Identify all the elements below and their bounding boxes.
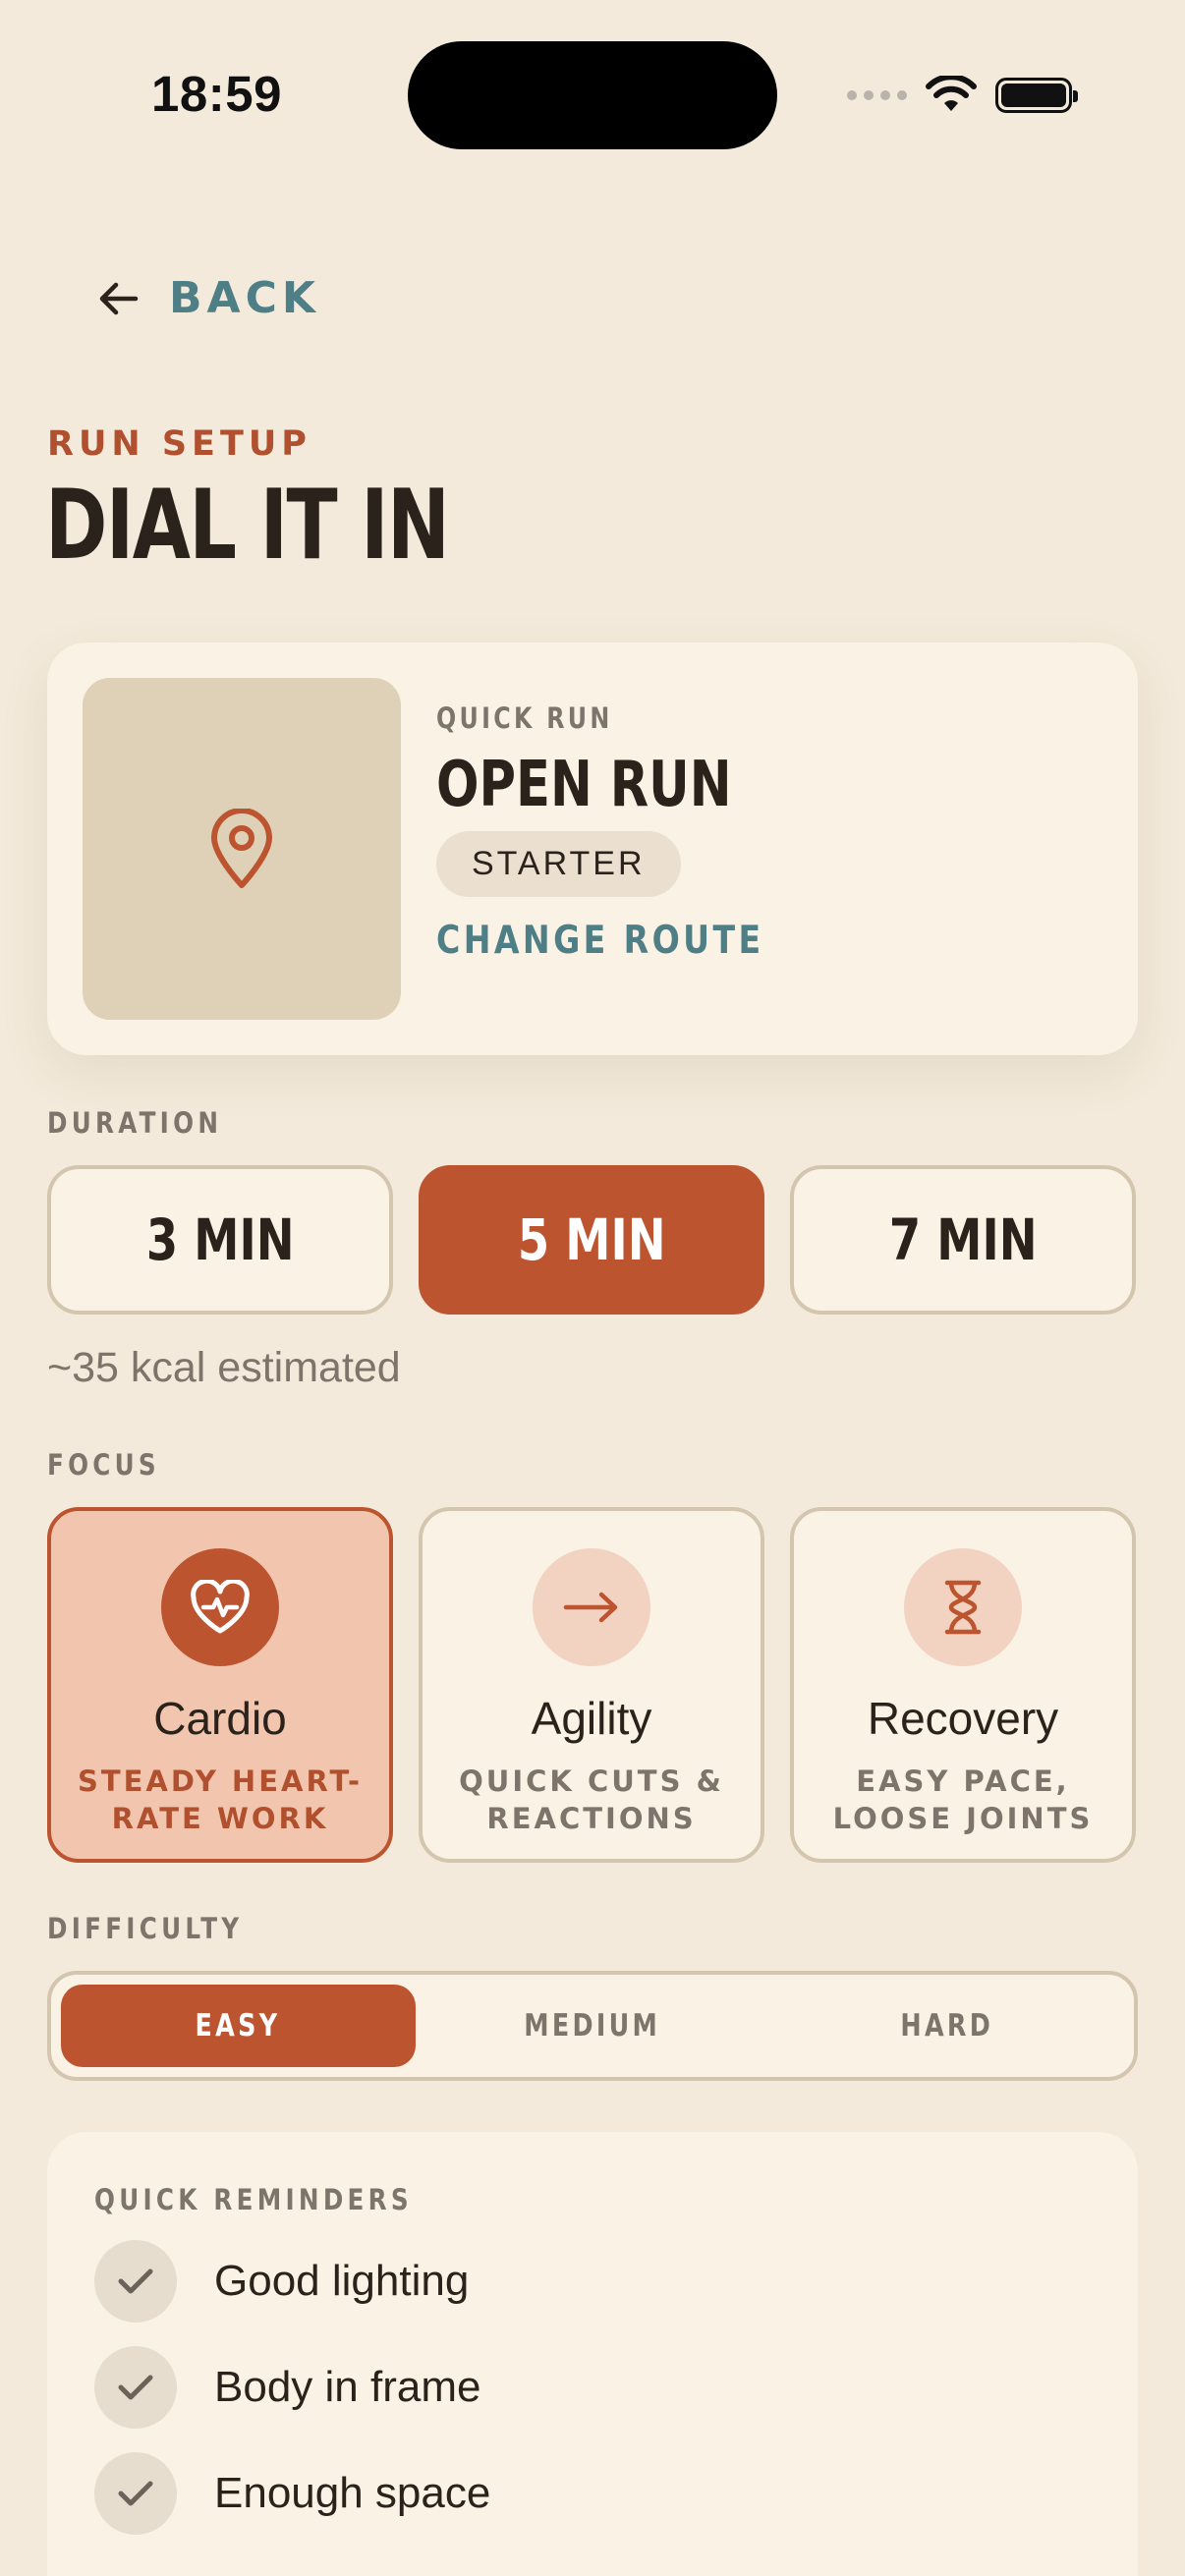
hourglass-icon [944,1580,982,1635]
focus-option-name: Recovery [867,1693,1059,1744]
page-title: DIAL IT IN [45,470,450,582]
reminders-title: QUICK REMINDERS [94,2183,413,2216]
difficulty-option-easy[interactable]: EASY [61,1985,416,2067]
arrow-left-icon [99,282,139,314]
focus-icon-badge [161,1548,279,1666]
map-pin-icon [211,809,272,888]
status-indicators [847,71,1078,120]
difficulty-option-medium[interactable]: MEDIUM [416,1985,770,2067]
difficulty-segmented-control: EASY MEDIUM HARD [47,1971,1138,2081]
difficulty-label: DIFFICULTY [47,1912,244,1945]
focus-icon-badge [904,1548,1022,1666]
route-card: QUICK RUN OPEN RUN STARTER CHANGE ROUTE [47,643,1138,1055]
wifi-icon [926,76,977,111]
duration-options: 3 MIN 5 MIN 7 MIN [47,1165,1136,1315]
arrow-right-icon [563,1592,618,1623]
check-icon [94,2240,177,2323]
duration-label: DURATION [47,1106,223,1140]
section-eyebrow: RUN SETUP [47,424,311,464]
calorie-estimate: ~35 kcal estimated [47,1344,401,1391]
focus-option-name: Agility [531,1693,652,1744]
route-kicker: QUICK RUN [436,701,613,735]
reminders-card: QUICK REMINDERS Good lighting Body in fr… [47,2132,1138,2576]
cellular-signal-icon [847,90,907,100]
reminder-text: Enough space [214,2469,491,2517]
focus-option-description: QUICK CUTS & REACTIONS [459,1764,724,1835]
reminder-item: Good lighting [94,2240,469,2323]
route-thumbnail [83,678,401,1020]
difficulty-option-label: HARD [900,2008,994,2044]
duration-option-5-min[interactable]: 5 MIN [419,1165,764,1315]
change-route-link[interactable]: CHANGE ROUTE [436,919,764,963]
difficulty-option-label: EASY [195,2008,281,2044]
check-icon [94,2346,177,2429]
check-icon [94,2452,177,2535]
difficulty-option-label: MEDIUM [524,2008,661,2044]
run-setup-screen: 18:59 BACK RUN SETUP DIAL IT IN QUICK RU… [0,0,1185,2576]
duration-option-label: 3 MIN [145,1206,295,1273]
focus-option-name: Cardio [153,1693,287,1744]
focus-option-description: STEADY HEART-RATE WORK [77,1764,364,1835]
route-name: OPEN RUN [436,749,732,821]
focus-option-agility[interactable]: Agility QUICK CUTS & REACTIONS [419,1507,764,1863]
status-time: 18:59 [151,66,282,122]
reminder-text: Body in frame [214,2363,481,2411]
route-level-badge: STARTER [436,831,681,897]
back-button[interactable]: BACK [96,273,320,323]
difficulty-option-hard[interactable]: HARD [769,1985,1124,2067]
duration-option-3-min[interactable]: 3 MIN [47,1165,393,1315]
route-info: QUICK RUN OPEN RUN STARTER CHANGE ROUTE [436,701,821,963]
focus-option-cardio[interactable]: Cardio STEADY HEART-RATE WORK [47,1507,393,1863]
battery-icon [995,78,1078,113]
duration-option-label: 5 MIN [517,1206,666,1273]
focus-option-description: EASY PACE, LOOSE JOINTS [832,1764,1094,1835]
focus-label: FOCUS [47,1448,160,1482]
duration-option-7-min[interactable]: 7 MIN [790,1165,1136,1315]
duration-option-label: 7 MIN [888,1206,1038,1273]
focus-option-recovery[interactable]: Recovery EASY PACE, LOOSE JOINTS [790,1507,1136,1863]
reminder-item: Body in frame [94,2346,480,2429]
heart-pulse-icon [191,1580,250,1634]
focus-icon-badge [533,1548,650,1666]
reminder-text: Good lighting [214,2257,470,2305]
back-label: BACK [169,273,320,323]
reminder-item: Enough space [94,2452,490,2535]
focus-options: Cardio STEADY HEART-RATE WORK Agility QU… [47,1507,1136,1863]
dynamic-island [408,41,777,149]
